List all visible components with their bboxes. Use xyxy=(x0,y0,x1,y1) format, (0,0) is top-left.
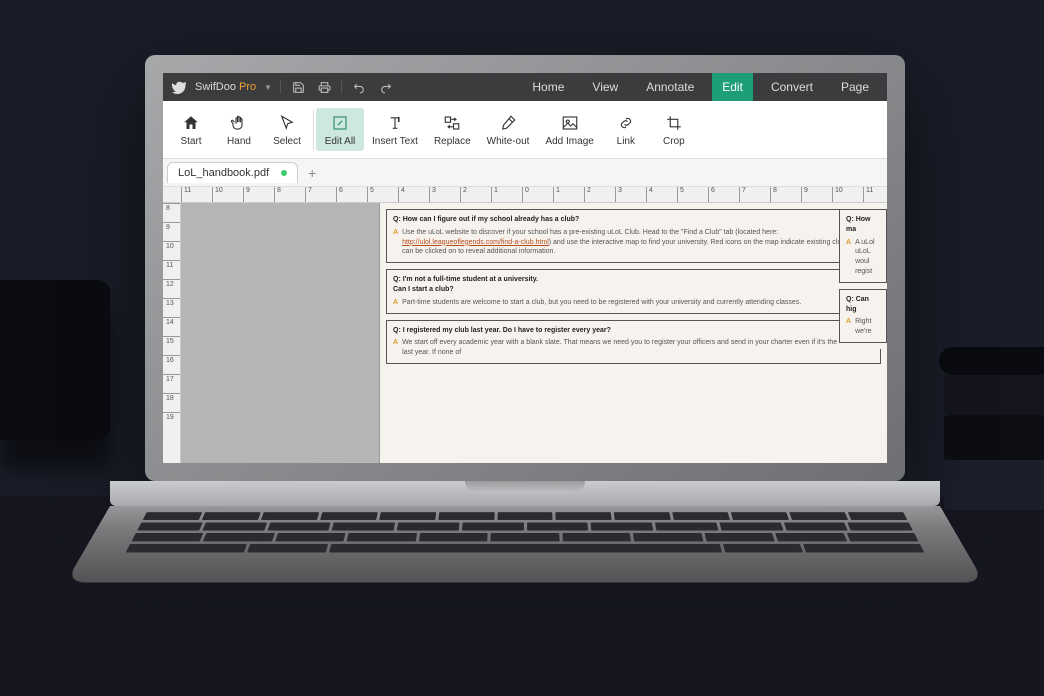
menu-annotate[interactable]: Annotate xyxy=(636,73,704,101)
answer-text: Use the uLoL website to discover if your… xyxy=(402,228,874,257)
question-text: Q: I'm not a full-time student at a univ… xyxy=(393,275,874,295)
hand-icon xyxy=(230,112,248,134)
qa-block[interactable]: Q: How can I figure out if my school alr… xyxy=(386,209,881,263)
qa-block-partial[interactable]: Q: How ma AA uLol uLoL woul regist xyxy=(839,209,887,283)
answer-marker: A xyxy=(393,338,398,358)
menu-home[interactable]: Home xyxy=(522,73,574,101)
ruler-vertical: 8910111213141516171819 xyxy=(163,203,181,463)
laptop-base xyxy=(145,481,905,601)
app-logo-icon xyxy=(171,79,187,95)
menu-edit[interactable]: Edit xyxy=(712,73,753,101)
menu-page[interactable]: Page xyxy=(831,73,879,101)
image-icon xyxy=(561,112,579,134)
home-icon xyxy=(182,112,200,134)
marker-icon xyxy=(499,112,517,134)
print-icon[interactable] xyxy=(315,78,333,96)
book-stack xyxy=(924,330,1044,510)
tab-bar: LoL_handbook.pdf + xyxy=(163,159,887,187)
qa-block[interactable]: Q: I'm not a full-time student at a univ… xyxy=(386,269,881,313)
replace-icon xyxy=(442,112,462,134)
white-out-button[interactable]: White-out xyxy=(479,108,538,151)
cursor-icon xyxy=(278,112,296,134)
svg-text:I: I xyxy=(398,118,399,124)
coffee-mug xyxy=(0,280,110,440)
add-image-button[interactable]: Add Image xyxy=(537,108,601,151)
question-text: Q: How can I figure out if my school alr… xyxy=(393,215,874,225)
menu-view[interactable]: View xyxy=(582,73,628,101)
answer-marker: A xyxy=(393,298,398,308)
app-title: SwifDoo Pro xyxy=(195,81,256,93)
crop-button[interactable]: Crop xyxy=(650,108,698,151)
edit-icon xyxy=(331,112,349,134)
edit-all-button[interactable]: Edit All xyxy=(316,108,364,151)
answer-marker: A xyxy=(393,228,398,257)
titlebar: SwifDoo Pro ▼ Home View A xyxy=(163,73,887,101)
app-dropdown-icon[interactable]: ▼ xyxy=(264,83,272,92)
redo-icon[interactable] xyxy=(376,78,394,96)
document-workspace[interactable]: 8910111213141516171819 Q: How can I figu… xyxy=(163,203,887,463)
hand-button[interactable]: Hand xyxy=(215,108,263,151)
select-button[interactable]: Select xyxy=(263,108,311,151)
hyperlink[interactable]: http://ulol.leagueoflegends.com/find-a-c… xyxy=(402,239,549,246)
insert-text-button[interactable]: I Insert Text xyxy=(364,108,426,151)
text-icon: I xyxy=(386,112,404,134)
unsaved-indicator-icon xyxy=(281,170,287,176)
answer-text: We start off every academic year with a … xyxy=(402,338,874,358)
tab-filename: LoL_handbook.pdf xyxy=(178,167,269,179)
question-text: Q: I registered my club last year. Do I … xyxy=(393,326,874,336)
second-column: Q: How ma AA uLol uLoL woul regist Q: Ca… xyxy=(839,209,887,349)
menu-convert[interactable]: Convert xyxy=(761,73,823,101)
replace-button[interactable]: Replace xyxy=(426,108,479,151)
qa-block-partial[interactable]: Q: Can hig ARight we're xyxy=(839,289,887,343)
new-tab-button[interactable]: + xyxy=(298,165,326,181)
start-button[interactable]: Start xyxy=(167,108,215,151)
link-icon xyxy=(617,112,635,134)
qa-block[interactable]: Q: I registered my club last year. Do I … xyxy=(386,320,881,364)
page-margin-area xyxy=(181,203,379,463)
laptop: SwifDoo Pro ▼ Home View A xyxy=(145,55,905,601)
crop-icon xyxy=(665,112,683,134)
ruler-horizontal: 111098765432101234567891011 xyxy=(163,187,887,203)
document-page[interactable]: Q: How can I figure out if my school alr… xyxy=(379,203,887,463)
save-icon[interactable] xyxy=(289,78,307,96)
link-button[interactable]: Link xyxy=(602,108,650,151)
undo-icon[interactable] xyxy=(350,78,368,96)
answer-text: Part-time students are welcome to start … xyxy=(402,298,874,308)
document-tab[interactable]: LoL_handbook.pdf xyxy=(167,162,298,183)
ribbon-toolbar: Start Hand Select Edit All I Insert xyxy=(163,101,887,159)
app-window: SwifDoo Pro ▼ Home View A xyxy=(163,73,887,463)
